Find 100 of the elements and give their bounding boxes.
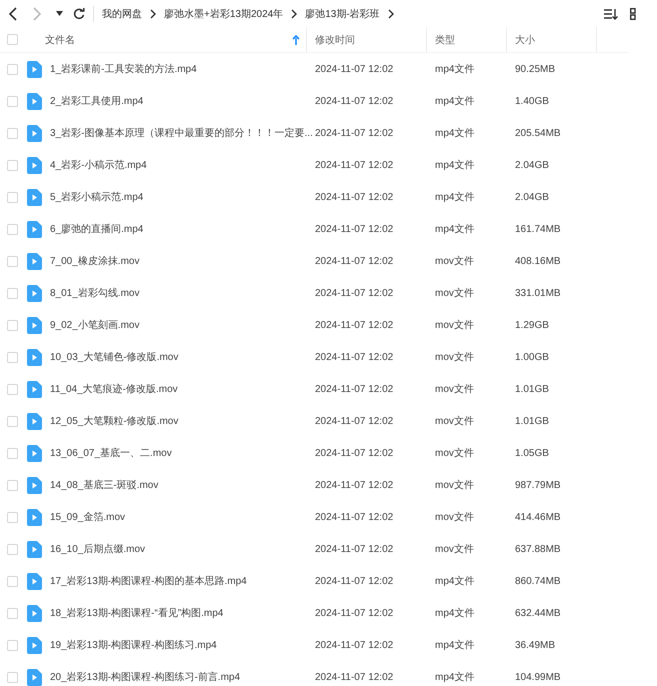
file-type: mov文件 bbox=[435, 350, 474, 364]
file-name[interactable]: 10_03_大笔铺色-修改版.mov bbox=[50, 350, 178, 364]
video-file-icon bbox=[27, 220, 42, 238]
row-checkbox[interactable] bbox=[7, 416, 18, 426]
select-all-checkbox[interactable] bbox=[7, 34, 18, 45]
file-size: 161.74MB bbox=[515, 224, 561, 234]
video-file-icon bbox=[27, 188, 42, 206]
sort-icon[interactable] bbox=[604, 8, 618, 20]
column-header[interactable]: 文件名 bbox=[45, 32, 75, 46]
file-name[interactable]: 14_08_基底三-斑驳.mov bbox=[50, 478, 158, 492]
modified-time: 2024-11-07 12:02 bbox=[315, 352, 394, 362]
modified-time: 2024-11-07 12:02 bbox=[315, 192, 394, 202]
row-checkbox[interactable] bbox=[7, 320, 18, 330]
modified-time: 2024-11-07 12:02 bbox=[315, 608, 394, 618]
file-type: mov文件 bbox=[435, 510, 474, 524]
file-size: 1.01GB bbox=[515, 416, 549, 426]
row-checkbox[interactable] bbox=[7, 512, 18, 522]
video-file-icon bbox=[27, 380, 42, 398]
modified-time: 2024-11-07 12:02 bbox=[315, 128, 394, 138]
refresh-icon[interactable] bbox=[73, 8, 85, 20]
file-name[interactable]: 13_06_07_基底一、二.mov bbox=[50, 446, 172, 460]
file-name[interactable]: 18_岩彩13期-构图课程-“看见”构图.mp4 bbox=[50, 606, 224, 620]
file-size: 637.88MB bbox=[515, 544, 561, 554]
file-size: 90.25MB bbox=[515, 64, 556, 74]
row-checkbox[interactable] bbox=[7, 384, 18, 394]
file-type: mov文件 bbox=[435, 478, 474, 492]
row-checkbox[interactable] bbox=[7, 576, 18, 586]
file-name[interactable]: 5_岩彩小稿示范.mp4 bbox=[50, 190, 144, 204]
row-checkbox[interactable] bbox=[7, 160, 18, 170]
row-checkbox[interactable] bbox=[7, 256, 18, 266]
row-checkbox[interactable] bbox=[7, 128, 18, 138]
file-size: 632.44MB bbox=[515, 608, 561, 618]
video-file-icon bbox=[27, 252, 42, 270]
row-checkbox[interactable] bbox=[7, 64, 18, 74]
row-checkbox[interactable] bbox=[7, 448, 18, 458]
column-header[interactable]: 类型 bbox=[435, 32, 455, 46]
modified-time: 2024-11-07 12:02 bbox=[315, 288, 394, 298]
column-header[interactable]: 修改时间 bbox=[315, 32, 355, 46]
forward-icon[interactable] bbox=[32, 6, 42, 20]
video-file-icon bbox=[27, 444, 42, 462]
row-checkbox[interactable] bbox=[7, 96, 18, 106]
file-type: mp4文件 bbox=[435, 158, 474, 172]
video-file-icon bbox=[27, 124, 42, 142]
modified-time: 2024-11-07 12:02 bbox=[315, 480, 394, 490]
file-type: mp4文件 bbox=[435, 126, 474, 140]
file-name[interactable]: 4_岩彩-小稿示范.mp4 bbox=[50, 158, 147, 172]
row-checkbox[interactable] bbox=[7, 672, 18, 682]
video-file-icon bbox=[27, 572, 42, 590]
file-name[interactable]: 20_岩彩13期-构图课程-构图练习-前言.mp4 bbox=[50, 670, 240, 684]
file-type: mp4文件 bbox=[435, 638, 474, 652]
modified-time: 2024-11-07 12:02 bbox=[315, 512, 394, 522]
breadcrumb-link[interactable]: 我的网盘 bbox=[102, 6, 142, 20]
file-size: 2.04GB bbox=[515, 192, 549, 202]
breadcrumb-link[interactable]: 廖弛13期-岩彩班 bbox=[305, 6, 380, 20]
video-file-icon bbox=[27, 92, 42, 110]
file-name[interactable]: 1_岩彩课前-工具安装的方法.mp4 bbox=[50, 62, 197, 76]
file-name[interactable]: 11_04_大笔痕迹-修改版.mov bbox=[50, 382, 178, 396]
modified-time: 2024-11-07 12:02 bbox=[315, 672, 394, 682]
file-name[interactable]: 8_01_岩彩勾线.mov bbox=[50, 286, 140, 300]
file-type: mp4文件 bbox=[435, 94, 474, 108]
modified-time: 2024-11-07 12:02 bbox=[315, 96, 394, 106]
modified-time: 2024-11-07 12:02 bbox=[315, 256, 394, 266]
file-type: mp4文件 bbox=[435, 606, 474, 620]
file-type: mov文件 bbox=[435, 414, 474, 428]
file-name[interactable]: 16_10_后期点缀.mov bbox=[50, 542, 146, 556]
file-name[interactable]: 15_09_金箔.mov bbox=[50, 510, 126, 524]
video-file-icon bbox=[27, 412, 42, 430]
dropdown-icon[interactable] bbox=[56, 11, 63, 16]
modified-time: 2024-11-07 12:02 bbox=[315, 384, 394, 394]
breadcrumb-link[interactable]: 廖弛水墨+岩彩13期2024年 bbox=[164, 6, 284, 20]
file-type: mp4文件 bbox=[435, 222, 474, 236]
column-header[interactable]: 大小 bbox=[515, 32, 535, 46]
row-checkbox[interactable] bbox=[7, 192, 18, 202]
video-file-icon bbox=[27, 636, 42, 654]
file-size: 408.16MB bbox=[515, 256, 561, 266]
file-name[interactable]: 12_05_大笔颗粒-修改版.mov bbox=[50, 414, 178, 428]
file-name[interactable]: 19_岩彩13期-构图课程-构图练习.mp4 bbox=[50, 638, 217, 652]
row-checkbox[interactable] bbox=[7, 608, 18, 618]
row-checkbox[interactable] bbox=[7, 288, 18, 298]
file-name[interactable]: 7_00_橡皮涂抹.mov bbox=[50, 254, 140, 268]
file-name[interactable]: 6_廖弛的直播间.mp4 bbox=[50, 222, 144, 236]
file-type: mov文件 bbox=[435, 286, 474, 300]
file-name[interactable]: 17_岩彩13期-构图课程-构图的基本思路.mp4 bbox=[50, 574, 247, 588]
row-checkbox[interactable] bbox=[7, 480, 18, 490]
row-checkbox[interactable] bbox=[7, 352, 18, 362]
row-checkbox[interactable] bbox=[7, 224, 18, 234]
file-type: mov文件 bbox=[435, 382, 474, 396]
view-icon[interactable] bbox=[630, 8, 636, 20]
chevron-icon bbox=[291, 8, 298, 18]
row-checkbox[interactable] bbox=[7, 544, 18, 554]
back-icon[interactable] bbox=[8, 6, 18, 20]
row-checkbox[interactable] bbox=[7, 640, 18, 650]
video-file-icon bbox=[27, 348, 42, 366]
modified-time: 2024-11-07 12:02 bbox=[315, 64, 394, 74]
file-name[interactable]: 9_02_小笔刻画.mov bbox=[50, 318, 140, 332]
file-name[interactable]: 3_岩彩-图像基本原理（课程中最重要的部分！！！一定要... bbox=[50, 126, 313, 140]
file-name[interactable]: 2_岩彩工具使用.mp4 bbox=[50, 94, 144, 108]
file-size: 987.79MB bbox=[515, 480, 561, 490]
modified-time: 2024-11-07 12:02 bbox=[315, 320, 394, 330]
modified-time: 2024-11-07 12:02 bbox=[315, 576, 394, 586]
